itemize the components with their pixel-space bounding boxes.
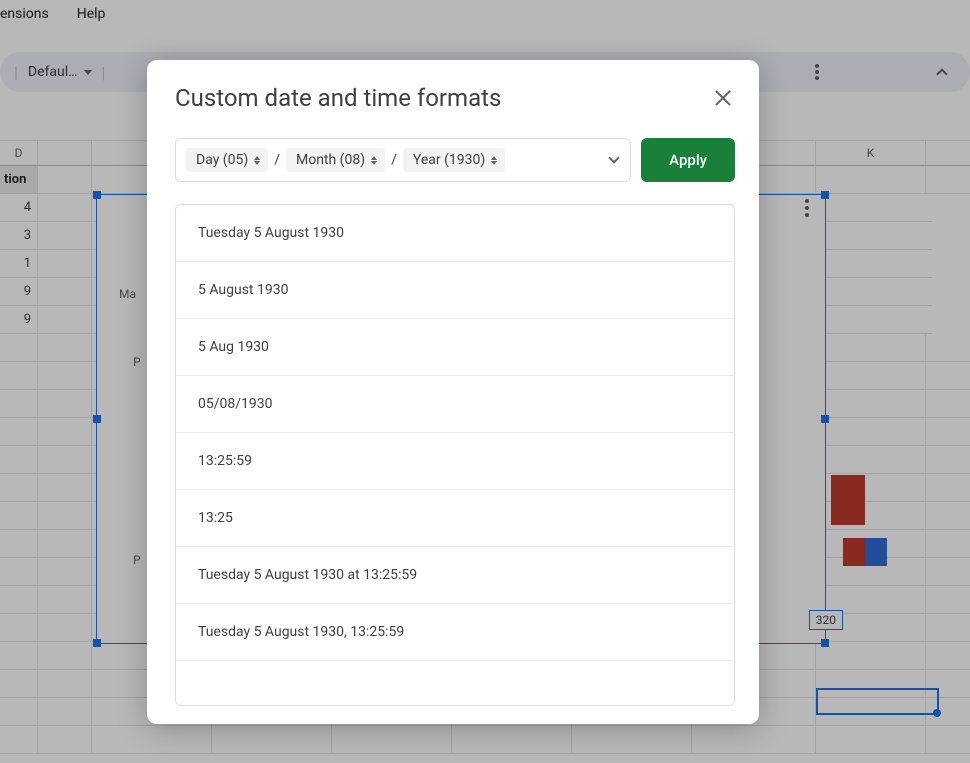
token-stepper-icon[interactable] (254, 156, 260, 165)
separator: / (391, 152, 397, 168)
separator: / (274, 152, 280, 168)
token-label: Year (1930) (413, 152, 485, 168)
format-input[interactable]: Day (05) / Month (08) / Year (1930) (175, 138, 631, 182)
format-option[interactable]: 05/08/1930 (176, 376, 734, 433)
format-builder-row: Day (05) / Month (08) / Year (1930) (175, 138, 735, 182)
token-stepper-icon[interactable] (371, 156, 377, 165)
dialog-header: Custom date and time formats (175, 84, 735, 112)
token-year[interactable]: Year (1930) (403, 148, 505, 172)
apply-button[interactable]: Apply (641, 138, 735, 182)
custom-date-time-dialog: Custom date and time formats Day (05) / … (147, 60, 759, 724)
format-option[interactable]: Tuesday 5 August 1930 at 13:25:59 (176, 547, 734, 604)
token-month[interactable]: Month (08) (286, 148, 385, 172)
format-option[interactable]: 5 Aug 1930 (176, 319, 734, 376)
format-option[interactable]: 5 August 1930 (176, 262, 734, 319)
format-option[interactable]: Tuesday 5 August 1930, 13:25:59 (176, 604, 734, 661)
token-label: Day (05) (196, 152, 248, 168)
token-label: Month (08) (296, 152, 365, 168)
token-stepper-icon[interactable] (491, 156, 497, 165)
format-option[interactable]: 13:25:59 (176, 433, 734, 490)
dialog-title: Custom date and time formats (175, 84, 501, 112)
format-option[interactable]: 13:25 (176, 490, 734, 547)
format-option[interactable]: Tuesday 5 August 1930 (176, 205, 734, 262)
add-token-dropdown-icon[interactable] (608, 152, 619, 163)
format-list-scroll[interactable]: Tuesday 5 August 1930 5 August 1930 5 Au… (176, 205, 734, 705)
token-day[interactable]: Day (05) (186, 148, 268, 172)
format-options-list: Tuesday 5 August 1930 5 August 1930 5 Au… (175, 204, 735, 706)
close-icon[interactable] (711, 86, 735, 110)
